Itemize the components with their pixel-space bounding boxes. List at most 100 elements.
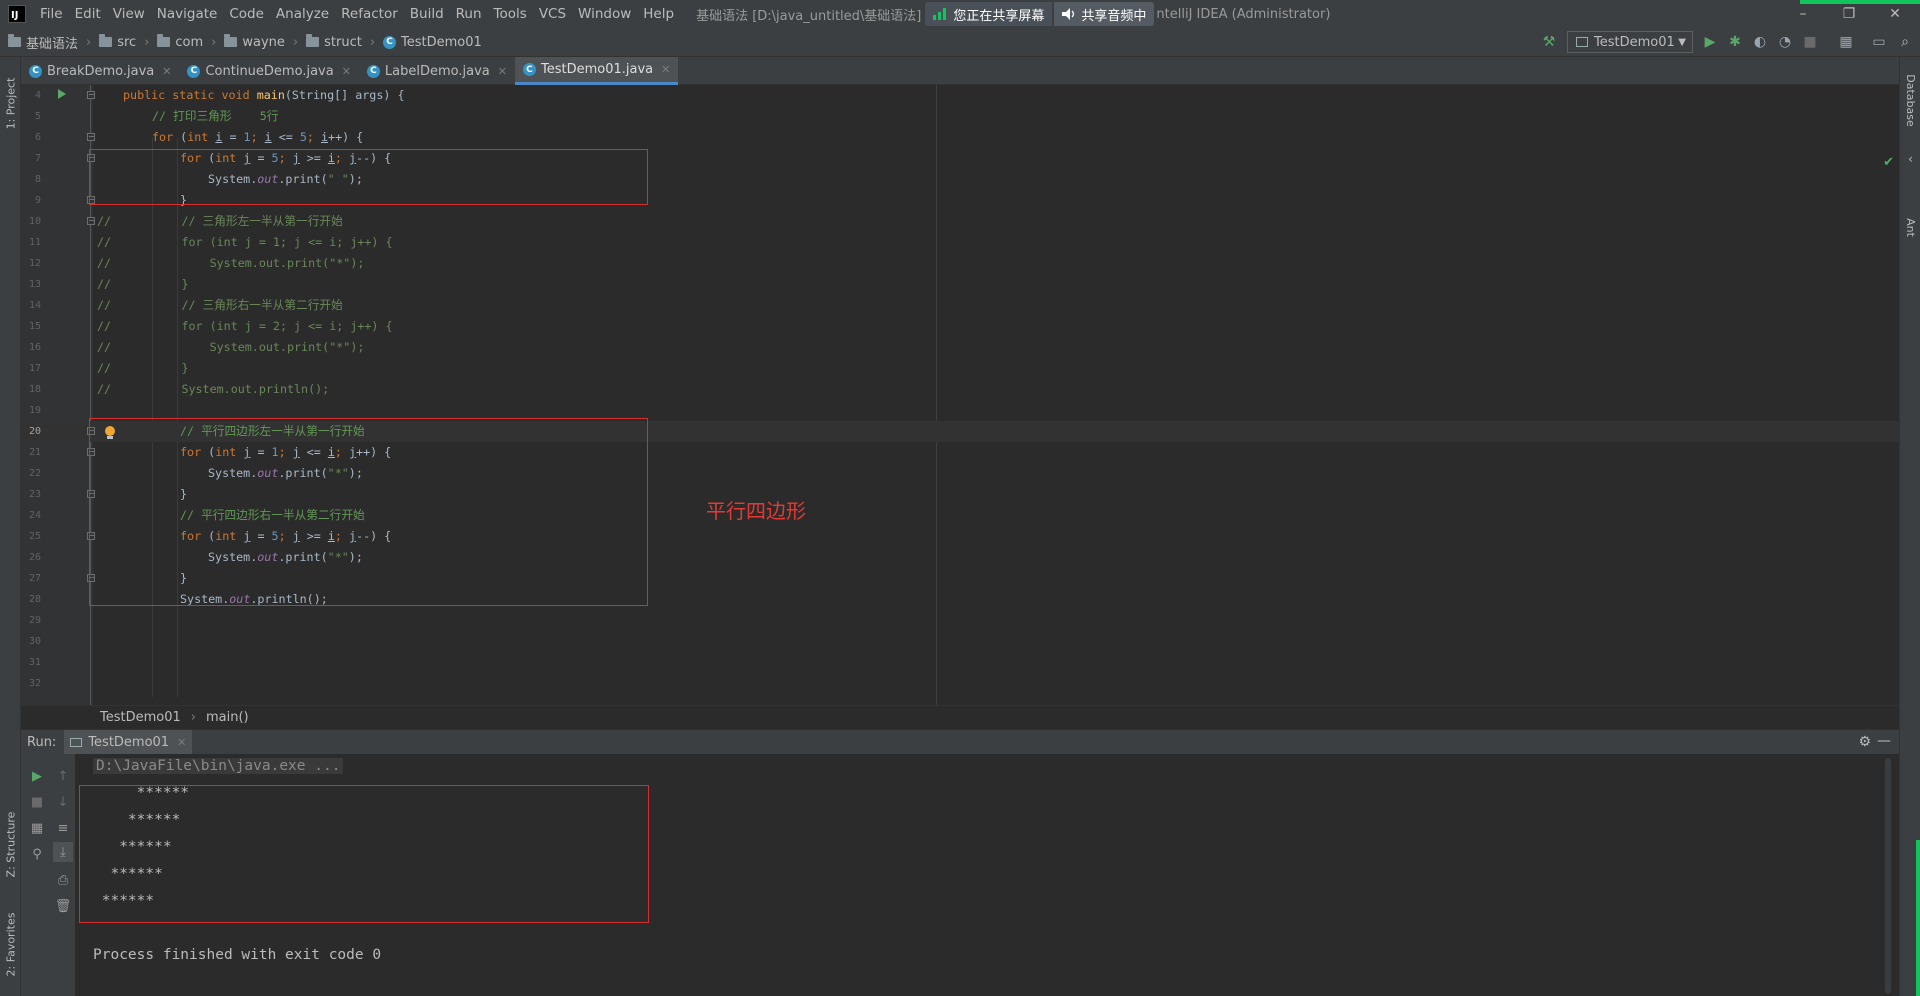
menu-window[interactable]: Window — [572, 6, 637, 22]
fold-marker-icon[interactable]: − — [87, 217, 95, 225]
menu-refactor[interactable]: Refactor — [335, 6, 404, 22]
annotation-label: 平行四边形 — [706, 499, 806, 523]
breadcrumb-method[interactable]: main() — [206, 710, 249, 725]
favorites-tool-tab[interactable]: 2: Favorites — [0, 897, 21, 991]
run-icon[interactable]: ▶ — [1702, 34, 1718, 50]
menu-analyze[interactable]: Analyze — [270, 6, 335, 22]
crumb-struct[interactable]: struct › — [306, 34, 375, 50]
code-line: 32 — [21, 673, 1899, 694]
application-config-icon — [1576, 37, 1588, 47]
debug-icon[interactable]: ✱ — [1727, 34, 1743, 50]
crumb-wayne[interactable]: wayne › — [224, 34, 299, 50]
minimize-icon[interactable]: — — [1877, 733, 1891, 749]
code-line: 16 // System.out.print("*"); — [21, 337, 1899, 358]
code-line: 18 // System.out.println(); — [21, 379, 1899, 400]
gear-icon[interactable]: ⚙ — [1858, 734, 1871, 750]
line-number: 8 — [34, 174, 41, 185]
code-line: 6 for (int i = 1; i <= 5; i++) { — [21, 127, 1899, 148]
menu-view[interactable]: View — [107, 6, 151, 22]
menu-tools[interactable]: Tools — [488, 6, 533, 22]
close-icon[interactable]: ✕ — [342, 65, 351, 78]
code-line: 5 // 打印三角形 5行 — [21, 106, 1899, 127]
line-number: 16 — [28, 342, 41, 353]
console-scrollbar[interactable] — [1885, 758, 1891, 994]
code-line: 31 — [21, 652, 1899, 673]
coverage-icon[interactable]: ◐ — [1752, 34, 1768, 50]
breadcrumb-class[interactable]: TestDemo01 — [100, 710, 181, 725]
code-comment: // for (int j = 1; j <= i; j++) { — [97, 235, 393, 249]
tab-continuedemo[interactable]: C ContinueDemo.java ✕ — [179, 57, 358, 85]
profile-icon[interactable]: ◔ — [1777, 34, 1793, 50]
soft-wrap-icon[interactable]: ≡ — [55, 820, 71, 836]
build-hammer-icon[interactable]: ⚒ — [1541, 34, 1557, 50]
ant-tool-tab[interactable]: Ant — [1900, 207, 1920, 247]
crumb-project[interactable]: 基础语法 › — [8, 33, 91, 52]
menu-run[interactable]: Run — [450, 6, 488, 22]
menu-edit[interactable]: Edit — [69, 6, 107, 22]
collapse-arrow-icon[interactable]: ‹ — [1900, 152, 1920, 166]
code-line: 12 // System.out.print("*"); — [21, 253, 1899, 274]
code-editor[interactable]: ✔ 4 public static void main(String[] arg… — [21, 85, 1899, 705]
restore-window-button[interactable]: ❐ — [1826, 0, 1872, 28]
menu-file[interactable]: File — [34, 6, 69, 22]
crumb-class[interactable]: C TestDemo01 — [383, 35, 482, 50]
close-window-button[interactable]: ✕ — [1872, 0, 1918, 28]
run-configuration-select[interactable]: TestDemo01 ▼ — [1567, 31, 1693, 53]
layout-icon[interactable]: ▭ — [1871, 34, 1887, 50]
project-structure-icon[interactable]: ▦ — [1838, 34, 1854, 50]
pin-icon[interactable]: ⚲ — [29, 846, 45, 862]
minimize-window-button[interactable]: – — [1780, 0, 1826, 28]
run-gutter-icon[interactable] — [58, 89, 66, 99]
code-comment: // } — [97, 277, 189, 291]
line-number: 21 — [28, 447, 41, 458]
crumb-label: TestDemo01 — [401, 34, 482, 50]
rerun-icon[interactable]: ▶ — [29, 768, 45, 784]
crumb-com[interactable]: com › — [157, 34, 216, 50]
share-audio-indicator[interactable]: 共享音频中 — [1054, 2, 1155, 26]
arrow-up-icon[interactable]: ↑ — [55, 768, 71, 784]
close-icon[interactable]: ✕ — [661, 63, 670, 76]
fold-marker-icon[interactable]: − — [87, 91, 95, 99]
line-number: 29 — [28, 615, 41, 626]
menu-help[interactable]: Help — [637, 6, 680, 22]
fold-marker-icon[interactable]: − — [87, 133, 95, 141]
arrow-down-icon[interactable]: ↓ — [55, 794, 71, 810]
scroll-to-end-icon[interactable]: ⤓ — [53, 842, 73, 862]
close-icon[interactable]: ✕ — [177, 736, 186, 749]
restore-layout-icon[interactable]: ▦ — [29, 820, 45, 836]
print-icon[interactable]: ⎙ — [55, 872, 71, 888]
navigation-bar: 基础语法 › src › com › wayne › struct › C Te… — [0, 28, 1920, 57]
line-number: 28 — [28, 594, 41, 605]
stop-icon[interactable]: ■ — [29, 794, 45, 810]
search-icon[interactable]: ⌕ — [1897, 34, 1913, 50]
share-status-strip-vertical — [1916, 840, 1920, 996]
tab-testdemo01[interactable]: C TestDemo01.java ✕ — [514, 57, 679, 85]
tab-labeldemo[interactable]: C LabelDemo.java ✕ — [359, 57, 515, 85]
crumb-src[interactable]: src › — [99, 34, 149, 50]
line-number: 31 — [28, 657, 41, 668]
folder-icon — [157, 34, 171, 47]
trash-icon[interactable]: 🗑 — [55, 898, 72, 914]
database-tool-tab[interactable]: Database — [1900, 65, 1920, 135]
line-number: 25 — [28, 531, 41, 542]
structure-tool-tab[interactable]: Z: Structure — [0, 797, 21, 891]
share-screen-indicator[interactable]: 您正在共享屏幕 — [925, 2, 1053, 26]
run-tab-testdemo01[interactable]: TestDemo01 ✕ — [64, 729, 193, 755]
stop-icon[interactable]: ■ — [1802, 34, 1818, 50]
code-line: 11 // for (int j = 1; j <= i; j++) { — [21, 232, 1899, 253]
console-output[interactable]: D:\JavaFile\bin\java.exe ... ****** ****… — [75, 754, 1899, 996]
tab-breakdemo[interactable]: C BreakDemo.java ✕ — [21, 57, 179, 85]
chevron-right-icon: › — [292, 34, 299, 50]
menu-build[interactable]: Build — [404, 6, 450, 22]
project-tool-tab[interactable]: 1: Project — [0, 65, 21, 141]
left-tool-strip: 1: Project Z: Structure 2: Favorites — [0, 57, 21, 996]
menu-code[interactable]: Code — [223, 6, 270, 22]
code-line: 15 // for (int j = 2; j <= i; j++) { — [21, 316, 1899, 337]
signal-bars-icon — [933, 8, 947, 20]
line-number: 17 — [28, 363, 41, 374]
close-icon[interactable]: ✕ — [162, 65, 171, 78]
menu-vcs[interactable]: VCS — [533, 6, 572, 22]
line-number: 23 — [28, 489, 41, 500]
close-icon[interactable]: ✕ — [498, 65, 507, 78]
menu-navigate[interactable]: Navigate — [151, 6, 224, 22]
